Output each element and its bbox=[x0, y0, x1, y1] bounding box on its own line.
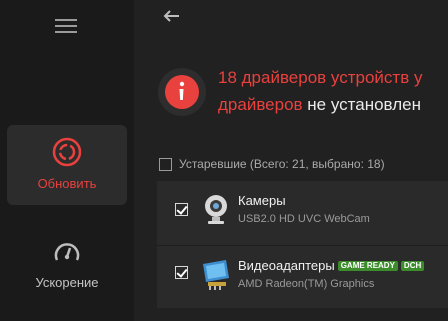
driver-row-cameras[interactable]: Камеры USB2.0 HD UVC WebCam bbox=[157, 181, 448, 245]
outdated-filter-label: Устаревшие (Всего: 21, выбрано: 18) bbox=[179, 157, 385, 171]
sidebar-item-label: Ускорение bbox=[35, 275, 99, 290]
sidebar: Обновить Ускорение bbox=[0, 0, 134, 321]
video-card-icon bbox=[203, 260, 229, 290]
alert-line2-text: не установлен bbox=[302, 95, 421, 114]
select-all-checkbox[interactable] bbox=[159, 158, 172, 171]
row-checkbox[interactable] bbox=[175, 203, 188, 216]
alert-line1: 18 драйверов устройств у bbox=[218, 68, 423, 87]
dch-badge: DCH bbox=[400, 261, 425, 271]
alert-info-icon bbox=[158, 68, 206, 116]
device-subtitle: USB2.0 HD UVC WebCam bbox=[238, 213, 370, 225]
device-title: Видеоадаптеры bbox=[238, 258, 335, 273]
speedometer-icon bbox=[54, 243, 80, 261]
device-title: Камеры bbox=[238, 193, 286, 208]
hamburger-menu-icon[interactable] bbox=[55, 19, 79, 35]
driver-updater-window: Обновить Ускорение 18 драйверов устройст… bbox=[0, 0, 448, 321]
sidebar-item-speedup[interactable]: Ускорение bbox=[7, 232, 127, 302]
game-ready-badge: GAME READY bbox=[337, 261, 398, 271]
refresh-icon bbox=[52, 137, 82, 167]
sidebar-item-update[interactable]: Обновить bbox=[7, 125, 127, 205]
webcam-icon bbox=[205, 195, 227, 224]
sidebar-item-label: Обновить bbox=[37, 176, 97, 191]
device-subtitle: AMD Radeon(TM) Graphics bbox=[238, 278, 375, 290]
alert-line2-highlight: драйверов bbox=[218, 95, 303, 114]
device-title-line: Видеоадаптеры GAME READY DCH bbox=[238, 258, 425, 273]
back-arrow-icon[interactable] bbox=[163, 9, 181, 23]
driver-row-video-adapters[interactable]: Видеоадаптеры GAME READY DCH AMD Radeon(TM… bbox=[157, 245, 448, 308]
row-checkbox[interactable] bbox=[175, 266, 188, 279]
alert-message: 18 драйверов устройств у драйверов не ус… bbox=[218, 64, 448, 118]
